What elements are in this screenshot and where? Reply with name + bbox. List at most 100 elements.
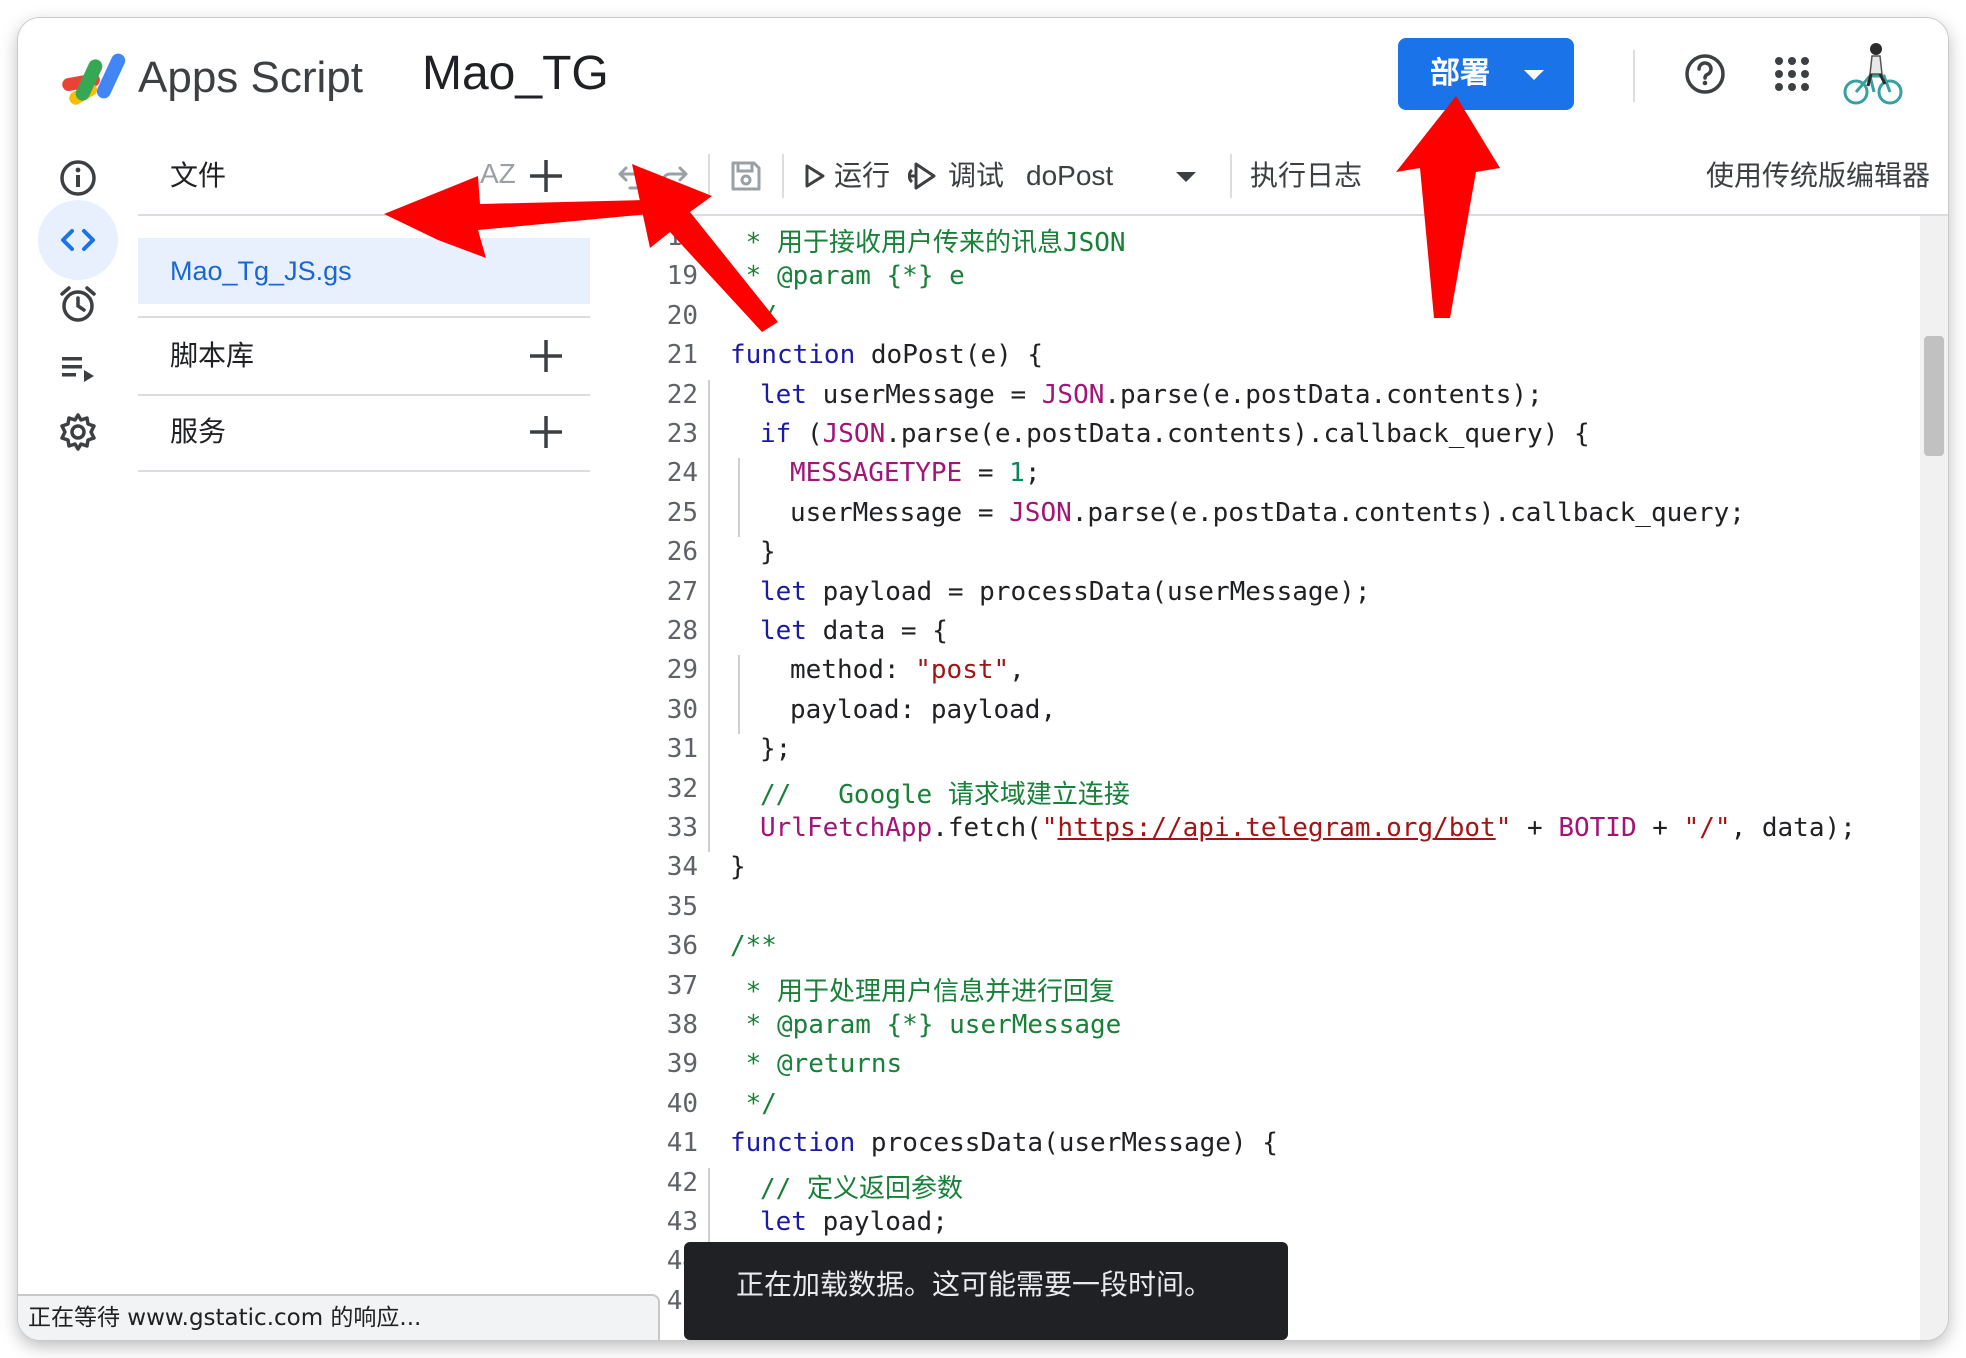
apps-grid-icon[interactable] [1770, 52, 1814, 96]
debug-label: 调试 [948, 159, 1005, 192]
line-number: 18 [666, 222, 698, 252]
debug-icon [908, 162, 936, 190]
run-button[interactable]: 运行 [800, 138, 896, 214]
add-service-icon[interactable] [526, 412, 566, 452]
scrollbar-thumb[interactable] [1924, 336, 1944, 456]
indent-guide [708, 537, 710, 577]
line-number: 22 [666, 379, 698, 410]
indent-guide [738, 694, 740, 735]
apps-script-logo-icon[interactable] [60, 48, 134, 108]
status-text: 正在等待 www.gstatic.com 的响应... [28, 1305, 422, 1331]
indent-guide [708, 576, 710, 616]
indent-guide [708, 379, 710, 419]
indent-guide [738, 655, 740, 695]
indent-guide [708, 813, 710, 853]
line-number: 36 [666, 931, 698, 962]
line-number: 25 [666, 497, 698, 528]
line-number: 39 [666, 1049, 698, 1080]
code-line: let data = { [760, 616, 948, 646]
code-line: } [730, 852, 746, 883]
libraries-section: 脚本库 [138, 316, 590, 396]
play-icon [805, 164, 825, 188]
help-icon[interactable] [1683, 52, 1727, 96]
loading-toast: 正在加载数据。这可能需要一段时间。 [684, 1242, 1288, 1340]
libraries-label: 脚本库 [170, 339, 255, 372]
line-number: 23 [666, 419, 698, 449]
code-line: * 用于接收用户传来的讯息JSON [730, 228, 1126, 258]
deploy-button-label: 部署 [1430, 56, 1490, 91]
file-item[interactable]: Mao_Tg_JS.gs [138, 238, 590, 304]
redo-icon[interactable] [658, 160, 690, 192]
code-editor[interactable]: 18 * 用于接收用户传来的讯息JSON 19 * @param {*} e 20 … [590, 216, 1948, 1340]
line-number: 27 [666, 576, 698, 607]
sort-az-icon[interactable]: AZ [480, 158, 516, 190]
indent-guide [708, 616, 710, 656]
indent-guide [708, 773, 710, 813]
code-line: * @param {*} userMessage [730, 1010, 1122, 1040]
legacy-editor-button[interactable]: 使用传统版编辑器 [1706, 138, 1930, 214]
code-line: UrlFetchApp.fetch("https://api.telegram.… [760, 813, 1856, 843]
line-number: 38 [666, 1010, 698, 1040]
line-number: 29 [666, 655, 698, 686]
app-name[interactable]: Apps Script [138, 48, 363, 108]
line-number: 33 [666, 813, 698, 843]
avatar[interactable] [1840, 40, 1906, 110]
add-library-icon[interactable] [526, 336, 566, 376]
browser-status-bar: 正在等待 www.gstatic.com 的响应... [18, 1294, 660, 1340]
code-line: userMessage = JSON.parse(e.postData.cont… [790, 497, 1745, 528]
line-number: 42 [666, 1167, 698, 1198]
execution-log-button[interactable]: 执行日志 [1250, 138, 1362, 214]
run-label: 运行 [834, 159, 891, 192]
undo-icon[interactable] [616, 160, 648, 192]
executions-icon [62, 357, 94, 382]
line-number: 44 [666, 1246, 698, 1277]
toolbar-separator [708, 154, 710, 198]
function-select[interactable]: doPost [1026, 138, 1208, 214]
indent-guide [708, 458, 710, 498]
left-nav-rail [18, 138, 140, 1340]
files-section-title: 文件 [170, 159, 227, 192]
line-number: 41 [666, 1128, 698, 1159]
line-number: 28 [666, 616, 698, 646]
code-line: * 用于处理用户信息并进行回复 [730, 976, 1115, 1007]
code-line: * @param {*} e [730, 261, 965, 292]
toolbar-separator [782, 154, 784, 198]
line-number: 19 [666, 261, 698, 292]
code-icon [61, 229, 95, 251]
add-file-icon[interactable] [526, 156, 566, 196]
code-line: */ [730, 300, 777, 331]
code-line: let payload; [760, 1207, 948, 1237]
files-section-header: 文件 AZ [138, 138, 590, 216]
code-line: */ [730, 1088, 777, 1119]
code-line: let userMessage = JSON.parse(e.postData.… [760, 379, 1543, 410]
code-line: * @returns [730, 1049, 903, 1080]
project-name[interactable]: Mao_TG [422, 44, 609, 104]
code-line: // Google 请求域建立连接 [760, 779, 1130, 810]
code-line: /** [730, 931, 777, 962]
indent-guide [738, 458, 740, 498]
line-number: 40 [666, 1088, 698, 1119]
rail-item-settings[interactable] [38, 392, 118, 472]
app-header: Apps Script Mao_TG 部署 [18, 18, 1948, 140]
line-number: 43 [666, 1207, 698, 1237]
file-item-name: Mao_Tg_JS.gs [170, 256, 352, 286]
code-line: if (JSON.parse(e.postData.contents).call… [760, 419, 1590, 449]
indent-guide [708, 1207, 710, 1247]
code-line: method: "post", [790, 655, 1025, 686]
dropdown-caret-icon [1524, 70, 1544, 80]
indent-guide [708, 655, 710, 695]
indent-guide [708, 1167, 710, 1207]
line-number: 32 [666, 773, 698, 804]
code-line: function processData(userMessage) { [730, 1128, 1278, 1159]
debug-button[interactable]: 调试 [906, 138, 1016, 214]
indent-guide [708, 497, 710, 538]
dropdown-caret-icon [1176, 172, 1196, 182]
browser-window: Apps Script Mao_TG 部署 文件 AZ Mao_Tg_JS.gs… [18, 18, 1948, 1340]
gear-icon [60, 413, 96, 451]
save-icon[interactable] [728, 158, 764, 194]
info-icon [60, 160, 96, 196]
deploy-button[interactable]: 部署 [1398, 38, 1574, 110]
line-number: 21 [666, 340, 698, 371]
indent-guide [708, 419, 710, 459]
code-line: }; [760, 734, 792, 765]
